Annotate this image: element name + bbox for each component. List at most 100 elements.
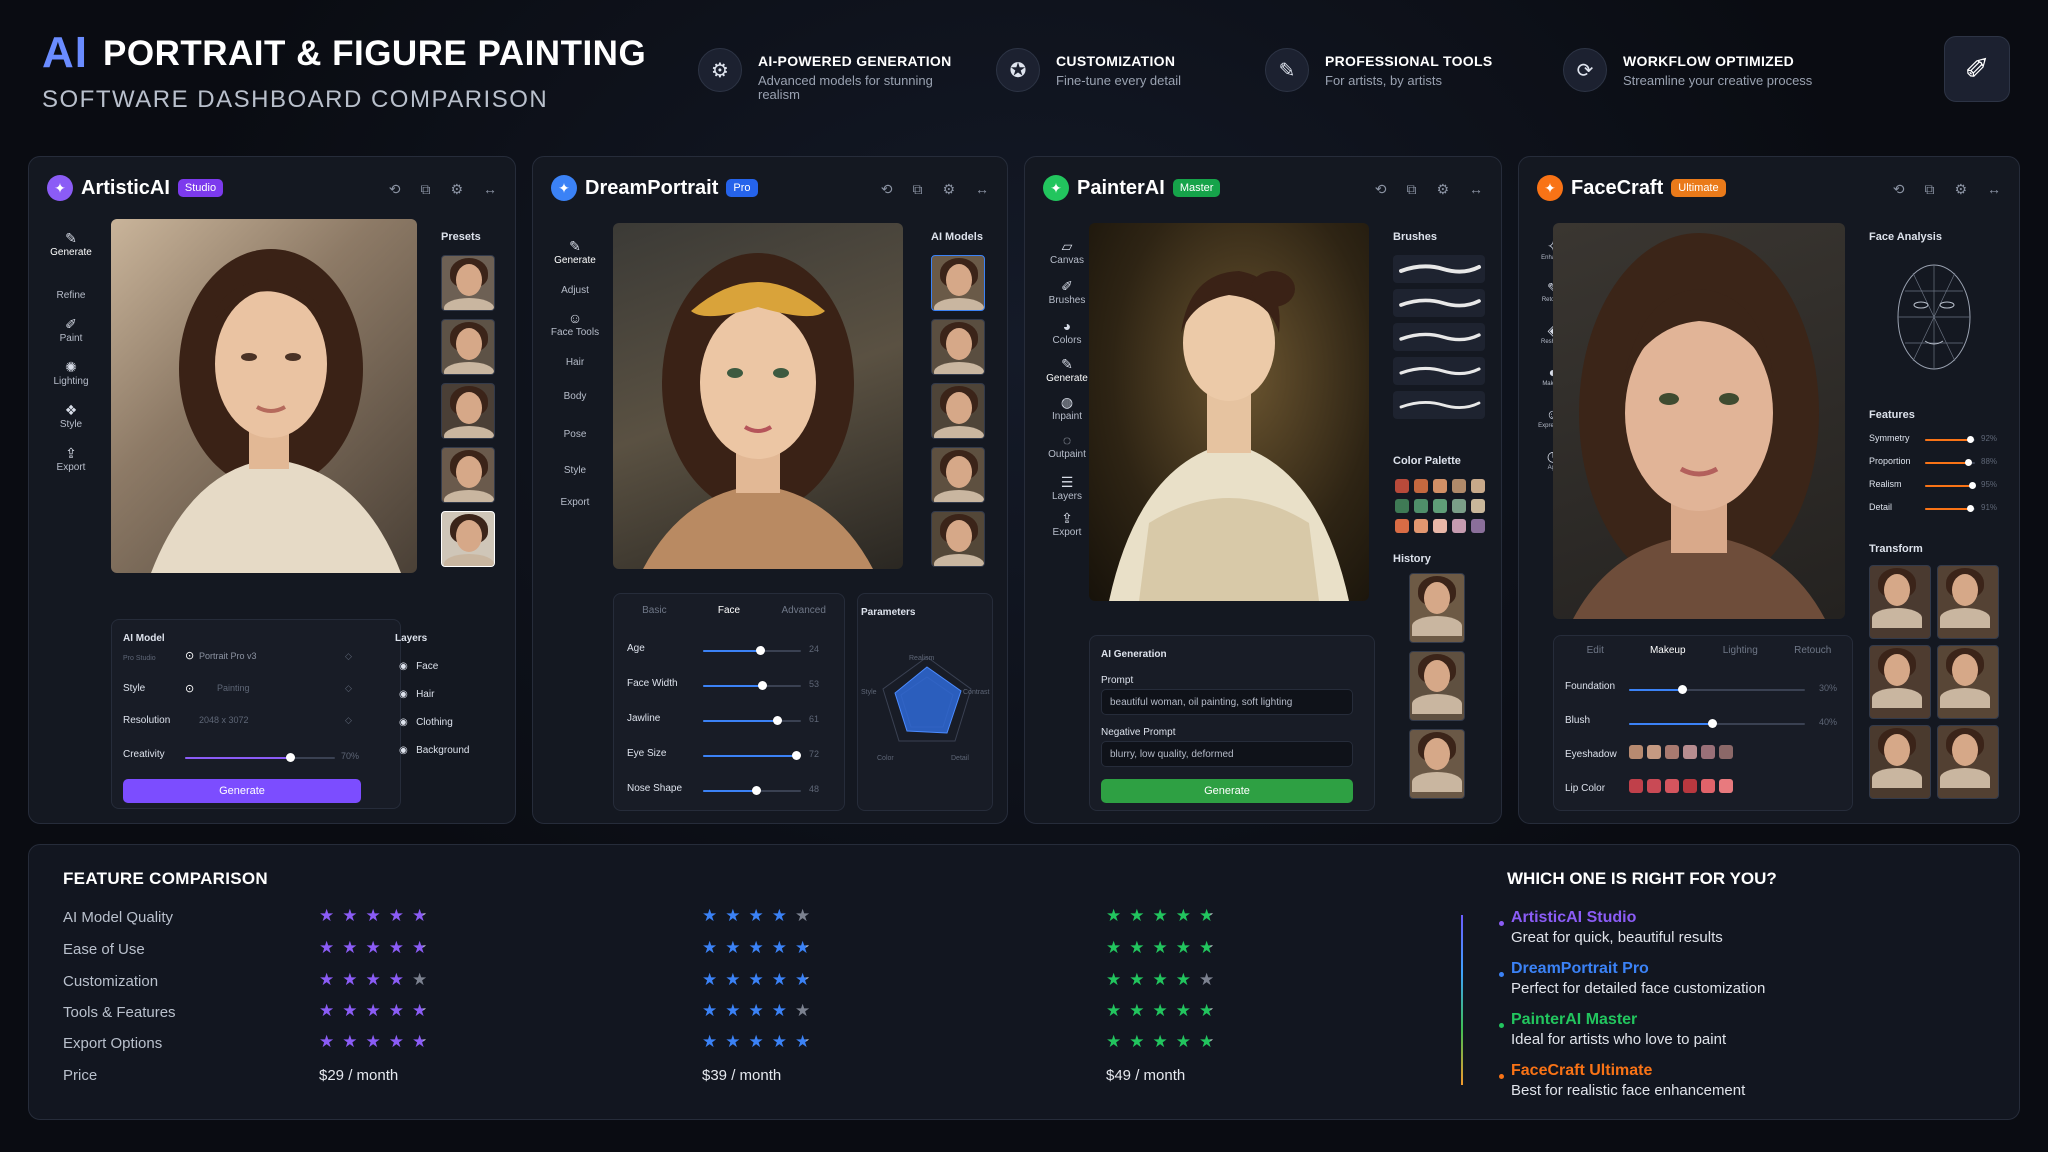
palette-swatch[interactable] [1433, 519, 1447, 533]
layer-face[interactable]: ◉ Face [399, 661, 438, 672]
tab-basic[interactable]: Basic [617, 605, 692, 616]
layer-hair[interactable]: ◉ Hair [399, 689, 434, 700]
history-thumb[interactable] [1409, 729, 1465, 799]
model-thumb[interactable] [931, 319, 985, 375]
nav-lighting[interactable]: ✺ Lighting [43, 356, 99, 399]
palette-swatch[interactable] [1452, 499, 1466, 513]
history-thumb[interactable] [1409, 573, 1465, 643]
face-slider[interactable] [703, 786, 801, 795]
negative-prompt-input[interactable]: blurry, low quality, deformed [1101, 741, 1353, 767]
nav-hair[interactable]: Hair [547, 347, 603, 383]
portrait-preview[interactable] [613, 223, 903, 569]
chevron-down-icon[interactable]: ◇ [345, 715, 352, 726]
palette-swatch[interactable] [1395, 519, 1409, 533]
palette-swatch[interactable] [1414, 479, 1428, 493]
eyeshadow-swatch[interactable] [1701, 745, 1715, 759]
lip-swatch[interactable] [1701, 779, 1715, 793]
nav-colors[interactable]: ◕ Colors [1039, 315, 1095, 353]
nav-refine[interactable]: Refine [43, 270, 99, 313]
expand-icon[interactable]: ↔ [1469, 181, 1483, 198]
preset-thumb[interactable] [441, 447, 495, 503]
settings-icon[interactable]: ⚙ [942, 181, 955, 198]
copy-icon[interactable]: ⧉ [1406, 181, 1416, 198]
model-thumb[interactable] [931, 383, 985, 439]
transform-thumb[interactable] [1937, 725, 1999, 799]
preset-thumb[interactable] [441, 319, 495, 375]
chevron-down-icon[interactable]: ◇ [345, 651, 352, 662]
copy-icon[interactable]: ⧉ [420, 181, 430, 198]
eyeshadow-swatch[interactable] [1683, 745, 1697, 759]
prompt-input[interactable]: beautiful woman, oil painting, soft ligh… [1101, 689, 1353, 715]
settings-icon[interactable]: ⚙ [450, 181, 463, 198]
lip-swatch[interactable] [1719, 779, 1733, 793]
recommend-name[interactable]: FaceCraft Ultimate [1511, 1062, 1652, 1080]
preset-thumb[interactable] [441, 383, 495, 439]
lip-swatch[interactable] [1665, 779, 1679, 793]
nav-export[interactable]: ⇪ Export [43, 442, 99, 485]
copy-icon[interactable]: ⧉ [912, 181, 922, 198]
brush-icon[interactable]: ✐ [1944, 36, 2010, 102]
resolution-select[interactable]: 2048 x 3072 [199, 715, 249, 725]
nav-outpaint[interactable]: ◌ Outpaint [1039, 429, 1095, 471]
palette-swatch[interactable] [1471, 479, 1485, 493]
nav-layers[interactable]: ☰ Layers [1039, 471, 1095, 507]
creativity-slider[interactable] [185, 753, 335, 762]
lip-swatch[interactable] [1629, 779, 1643, 793]
tab-face[interactable]: Face [692, 605, 767, 616]
transform-thumb[interactable] [1869, 645, 1931, 719]
recommend-name[interactable]: DreamPortrait Pro [1511, 960, 1649, 978]
eyeshadow-swatch[interactable] [1665, 745, 1679, 759]
nav-inpaint[interactable]: ◍ Inpaint [1039, 391, 1095, 429]
brush-preset[interactable] [1393, 255, 1485, 283]
palette-swatch[interactable] [1471, 519, 1485, 533]
nav-generate[interactable]: ✎ Generate [1039, 353, 1095, 391]
nav-paint[interactable]: ✐ Paint [43, 313, 99, 356]
slider-knob[interactable] [755, 646, 765, 655]
nav-brushes[interactable]: ✐ Brushes [1039, 275, 1095, 315]
layer-background[interactable]: ◉ Background [399, 745, 469, 756]
model-thumb[interactable] [931, 511, 985, 567]
ai-model-select[interactable]: Portrait Pro v3 [199, 651, 257, 661]
chevron-down-icon[interactable]: ◇ [345, 683, 352, 694]
nav-face-tools[interactable]: ☺ Face Tools [547, 307, 603, 347]
transform-thumb[interactable] [1869, 565, 1931, 639]
history-thumb[interactable] [1409, 651, 1465, 721]
palette-swatch[interactable] [1433, 479, 1447, 493]
tab-retouch[interactable]: Retouch [1777, 645, 1850, 656]
model-thumb[interactable] [931, 447, 985, 503]
generate-button[interactable]: Generate [1101, 779, 1353, 803]
nav-style[interactable]: Style [547, 457, 603, 491]
eye-icon[interactable]: ◉ [399, 689, 408, 700]
nav-export[interactable]: Export [547, 491, 603, 527]
palette-swatch[interactable] [1414, 519, 1428, 533]
generate-button[interactable]: Generate [123, 779, 361, 803]
face-slider[interactable] [703, 751, 802, 760]
nav-pose[interactable]: Pose [547, 419, 603, 457]
nav-generate[interactable]: ✎ Generate [43, 227, 99, 270]
nav-export[interactable]: ⇪ Export [1039, 507, 1095, 543]
nav-canvas[interactable]: ▱ Canvas [1039, 235, 1095, 275]
preset-thumb[interactable] [441, 255, 495, 311]
tab-makeup[interactable]: Makeup [1632, 645, 1705, 656]
undo-icon[interactable]: ⟲ [1375, 181, 1387, 198]
expand-icon[interactable]: ↔ [975, 181, 989, 198]
brush-preset[interactable] [1393, 357, 1485, 385]
nav-body[interactable]: Body [547, 383, 603, 419]
portrait-preview[interactable] [1089, 223, 1369, 601]
nav-adjust[interactable]: Adjust [547, 271, 603, 307]
lip-swatch[interactable] [1647, 779, 1661, 793]
foundation-slider[interactable] [1629, 685, 1805, 694]
palette-swatch[interactable] [1452, 519, 1466, 533]
expand-icon[interactable]: ↔ [1987, 181, 2001, 198]
slider-knob[interactable] [751, 786, 761, 795]
palette-swatch[interactable] [1452, 479, 1466, 493]
preset-thumb[interactable] [441, 511, 495, 567]
palette-swatch[interactable] [1433, 499, 1447, 513]
settings-icon[interactable]: ⚙ [1436, 181, 1449, 198]
blush-slider[interactable] [1629, 719, 1805, 728]
model-thumb[interactable] [931, 255, 985, 311]
lip-swatch[interactable] [1683, 779, 1697, 793]
face-slider[interactable] [703, 681, 801, 690]
tab-edit[interactable]: Edit [1559, 645, 1632, 656]
recommend-name[interactable]: ArtisticAI Studio [1511, 909, 1636, 927]
